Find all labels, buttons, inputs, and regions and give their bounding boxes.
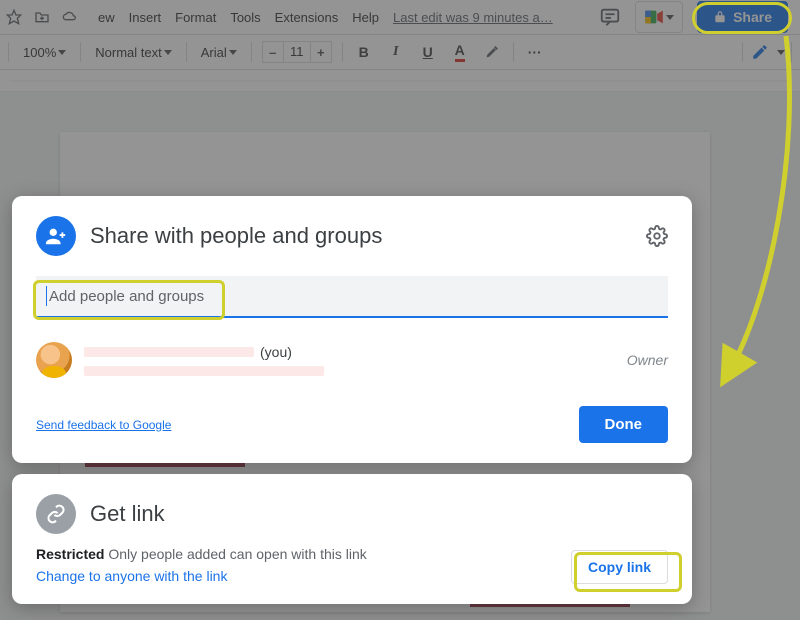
restricted-desc: Only people added can open with this lin… bbox=[104, 546, 366, 562]
change-link-access[interactable]: Change to anyone with the link bbox=[36, 568, 227, 584]
get-link-title: Get link bbox=[90, 501, 165, 527]
people-icon bbox=[36, 216, 76, 256]
share-dialog: Share with people and groups Add people … bbox=[12, 196, 692, 463]
get-link-dialog: Get link Restricted Only people added ca… bbox=[12, 474, 692, 604]
copy-link-button[interactable]: Copy link bbox=[571, 550, 668, 584]
share-settings-button[interactable] bbox=[646, 225, 668, 247]
add-people-placeholder: Add people and groups bbox=[49, 288, 204, 305]
you-label: (you) bbox=[260, 344, 292, 360]
person-email-redacted bbox=[84, 366, 324, 376]
share-dialog-title: Share with people and groups bbox=[90, 223, 382, 249]
owner-role-label: Owner bbox=[627, 352, 668, 368]
person-name-redacted bbox=[84, 347, 254, 357]
person-row: (you) Owner bbox=[36, 342, 668, 378]
add-people-input[interactable]: Add people and groups bbox=[36, 276, 668, 318]
done-button[interactable]: Done bbox=[579, 406, 669, 443]
avatar bbox=[36, 342, 72, 378]
restricted-label: Restricted bbox=[36, 546, 104, 562]
send-feedback-link[interactable]: Send feedback to Google bbox=[36, 418, 171, 432]
link-icon bbox=[36, 494, 76, 534]
